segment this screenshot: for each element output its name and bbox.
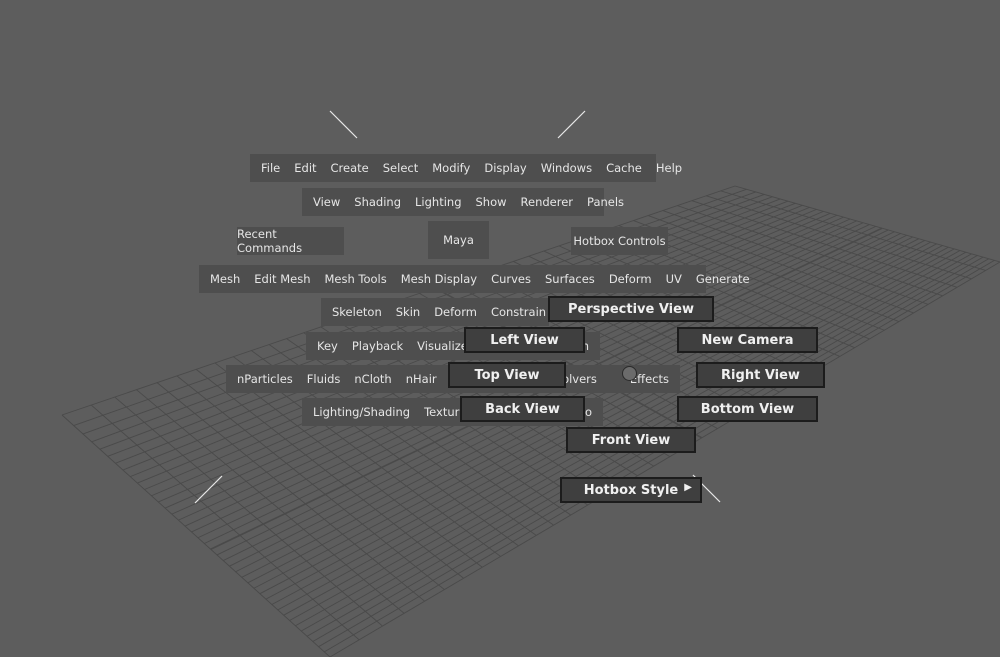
menu-ncloth[interactable]: nCloth (347, 365, 398, 393)
menu-curves[interactable]: Curves (484, 265, 538, 293)
recent-commands-button[interactable]: Recent Commands (237, 227, 344, 255)
perspective-view-item[interactable]: Perspective View (548, 296, 714, 322)
main-menubar-row: File Edit Create Select Modify Display W… (250, 154, 682, 182)
menu-key[interactable]: Key (310, 332, 345, 360)
marking-menu-center-icon (622, 366, 637, 381)
menu-uv[interactable]: UV (659, 265, 689, 293)
menu-renderer[interactable]: Renderer (514, 188, 581, 216)
front-view-item[interactable]: Front View (566, 427, 696, 453)
menu-modify[interactable]: Modify (425, 154, 477, 182)
left-view-item[interactable]: Left View (464, 327, 585, 353)
rigging-menu-row: Skeleton Skin Deform Constrain Co (321, 298, 575, 326)
viewport-3d[interactable]: File Edit Create Select Modify Display W… (0, 0, 1000, 657)
menu-skeleton[interactable]: Skeleton (325, 298, 389, 326)
back-view-item[interactable]: Back View (460, 396, 585, 422)
menu-playback[interactable]: Playback (345, 332, 410, 360)
panel-menubar-row: View Shading Lighting Show Renderer Pane… (302, 188, 624, 216)
menu-mesh-tools[interactable]: Mesh Tools (317, 265, 393, 293)
menu-display[interactable]: Display (477, 154, 533, 182)
menu-shading[interactable]: Shading (347, 188, 408, 216)
menu-cache[interactable]: Cache (599, 154, 649, 182)
menu-create[interactable]: Create (324, 154, 376, 182)
zone-divider-tr (557, 110, 586, 139)
menu-mesh-display[interactable]: Mesh Display (394, 265, 484, 293)
menu-generate[interactable]: Generate (689, 265, 757, 293)
right-view-item[interactable]: Right View (696, 362, 825, 388)
menu-view[interactable]: View (306, 188, 347, 216)
hotbox-controls-button[interactable]: Hotbox Controls (571, 227, 668, 255)
modeling-menu-row: Mesh Edit Mesh Mesh Tools Mesh Display C… (199, 265, 750, 293)
maya-center-label[interactable]: Maya (428, 221, 489, 259)
menu-show[interactable]: Show (469, 188, 514, 216)
menu-file[interactable]: File (254, 154, 287, 182)
hotbox-style-label: Hotbox Style (583, 482, 679, 498)
menu-surfaces[interactable]: Surfaces (538, 265, 602, 293)
hotbox-style-item[interactable]: Hotbox Style ▶ (560, 477, 702, 503)
menu-edit[interactable]: Edit (287, 154, 323, 182)
menu-skin[interactable]: Skin (389, 298, 427, 326)
menu-lighting-shading[interactable]: Lighting/Shading (306, 398, 417, 426)
menu-edit-mesh[interactable]: Edit Mesh (247, 265, 317, 293)
menu-mesh[interactable]: Mesh (203, 265, 247, 293)
menu-help[interactable]: Help (649, 154, 689, 182)
top-view-item[interactable]: Top View (448, 362, 566, 388)
menu-deform[interactable]: Deform (602, 265, 659, 293)
menu-windows[interactable]: Windows (534, 154, 599, 182)
menu-nparticles[interactable]: nParticles (230, 365, 300, 393)
menu-lighting[interactable]: Lighting (408, 188, 468, 216)
submenu-arrow-icon: ▶ (684, 482, 692, 493)
menu-constrain[interactable]: Constrain (484, 298, 553, 326)
new-camera-item[interactable]: New Camera (677, 327, 818, 353)
menu-panels[interactable]: Panels (580, 188, 631, 216)
zone-divider-bl (194, 475, 223, 504)
menu-nhair[interactable]: nHair (399, 365, 444, 393)
menu-fluids[interactable]: Fluids (300, 365, 348, 393)
zone-divider-tl (329, 110, 358, 139)
bottom-view-item[interactable]: Bottom View (677, 396, 818, 422)
menu-select[interactable]: Select (376, 154, 425, 182)
menu-rig-deform[interactable]: Deform (427, 298, 484, 326)
